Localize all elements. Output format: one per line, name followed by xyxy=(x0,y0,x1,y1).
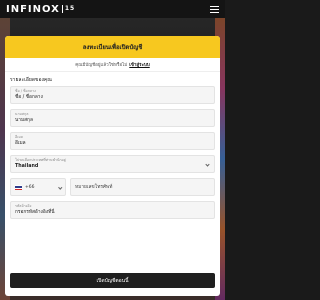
card-title: ลงทะเบียนเพื่อเปิดบัญชี xyxy=(82,44,143,51)
top-bar: INFINOX 15 xyxy=(0,0,225,18)
referral-code-field[interactable]: รหัสอ้างอิง กรอกรหัสอ้างอิงที่นี่ xyxy=(10,201,215,219)
referral-placeholder: กรอกรหัสอ้างอิงที่นี่ xyxy=(15,210,55,215)
login-prompt-text: คุณมีบัญชีอยู่แล้วใช่หรือไม่ xyxy=(75,63,128,68)
phone-row: +66 หมายเลขโทรศัพท์ xyxy=(10,178,215,196)
card-header: ลงทะเบียนเพื่อเปิดบัญชี xyxy=(5,36,220,58)
first-name-field[interactable]: ชื่อ / ชื่อกลาง ชื่อ / ชื่อกลาง xyxy=(10,86,215,104)
hamburger-menu-icon[interactable] xyxy=(210,5,219,13)
registration-card: ลงทะเบียนเพื่อเปิดบัญชี คุณมีบัญชีอยู่แล… xyxy=(5,36,220,296)
logo-badge: 15 xyxy=(61,5,75,13)
country-value: Thailand xyxy=(15,164,39,169)
country-select[interactable]: โปรดเลือกประเทศที่ท่านพำนักอยู่ Thailand xyxy=(10,155,215,173)
last-name-placeholder: นามสกุล xyxy=(15,118,33,123)
phone-input[interactable]: หมายเลขโทรศัพท์ xyxy=(70,178,215,196)
logo-text: INFINOX xyxy=(6,3,60,15)
login-prompt: คุณมีบัญชีอยู่แล้วใช่หรือไม่ เข้าสู่ระบบ xyxy=(5,58,220,72)
email-placeholder: อีเมล xyxy=(15,141,26,146)
logo[interactable]: INFINOX 15 xyxy=(6,4,75,15)
open-account-button[interactable]: เปิดบัญชีตอนนี้ xyxy=(10,273,215,288)
phone-code-select[interactable]: +66 xyxy=(10,178,66,196)
phone-code-value: +66 xyxy=(25,184,35,190)
thailand-flag-icon xyxy=(15,184,22,190)
first-name-placeholder: ชื่อ / ชื่อกลาง xyxy=(15,95,43,100)
email-field[interactable]: อีเมล อีเมล xyxy=(10,132,215,150)
phone-placeholder: หมายเลขโทรศัพท์ xyxy=(75,185,113,190)
last-name-field[interactable]: นามสกุล นามสกุล xyxy=(10,109,215,127)
section-title: รายละเอียดของคุณ xyxy=(10,77,52,83)
chevron-down-icon xyxy=(57,185,62,190)
login-link[interactable]: เข้าสู่ระบบ xyxy=(129,61,149,68)
